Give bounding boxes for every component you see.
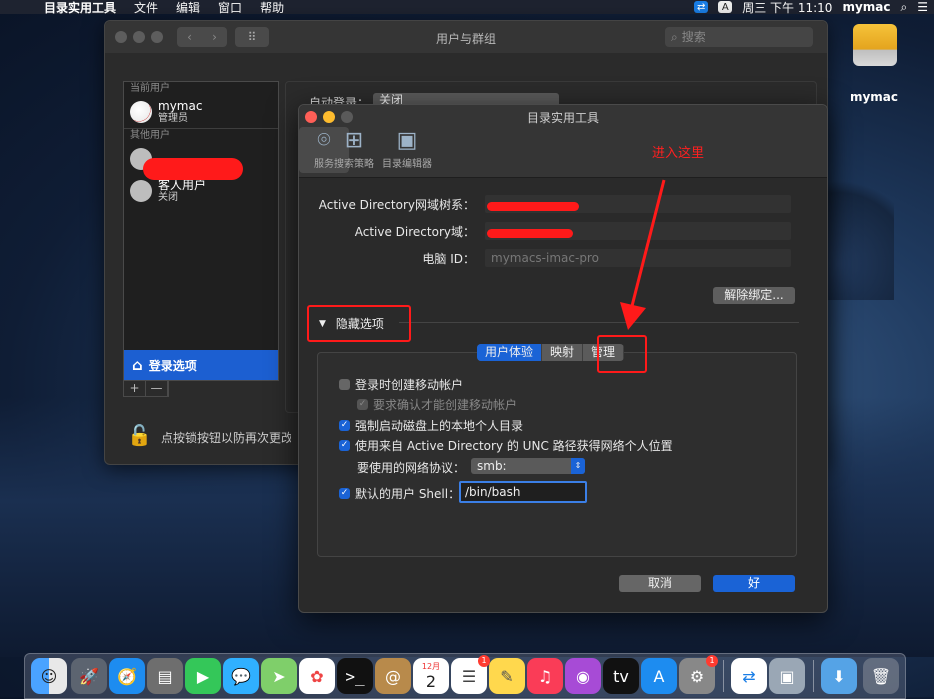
trash-icon[interactable]: 🗑: [863, 658, 899, 694]
finder-icon[interactable]: ☺: [31, 658, 67, 694]
reminders-icon[interactable]: ☰ 1: [451, 655, 490, 694]
apple-tv-icon[interactable]: tv: [603, 658, 639, 694]
contacts-icon[interactable]: @: [375, 658, 411, 694]
podcasts-icon[interactable]: ◉: [565, 658, 601, 694]
dock: ☺ 🚀 🧭 ▤ ▶ 💬 ➤ ✿ >_ @ 12月 2 ☰ 1 ✎ ♫ ◉ tv …: [24, 653, 906, 699]
messages-icon[interactable]: 💬: [223, 658, 259, 694]
safari-icon[interactable]: 🧭: [109, 658, 145, 694]
launchpad-icon[interactable]: 🚀: [71, 658, 107, 694]
app-store-icon[interactable]: A: [641, 658, 677, 694]
photo-booth-icon[interactable]: ▤: [147, 658, 183, 694]
calendar-month: 12月: [421, 662, 441, 671]
music-icon[interactable]: ♫: [527, 658, 563, 694]
system-preferences-icon[interactable]: ⚙ 1: [679, 655, 718, 694]
photos-icon[interactable]: ✿: [299, 658, 335, 694]
terminal-icon[interactable]: >_: [337, 658, 373, 694]
calendar-day: 2: [425, 672, 437, 691]
facetime-icon[interactable]: ▶: [185, 658, 221, 694]
maps-icon[interactable]: ➤: [261, 658, 297, 694]
teamviewer-icon[interactable]: ⇄: [731, 658, 767, 694]
notes-icon[interactable]: ✎: [489, 658, 525, 694]
system-preferences-badge: 1: [706, 655, 718, 667]
annotation-arrow: [620, 179, 666, 330]
dock-separator: [813, 660, 814, 692]
directory-utility-icon[interactable]: ▣: [769, 658, 805, 694]
annotation-text: 进入这里: [652, 146, 705, 161]
calendar-icon[interactable]: 12月 2: [413, 658, 449, 694]
downloads-folder-icon[interactable]: ⬇: [821, 658, 857, 694]
dock-separator: [723, 660, 724, 692]
